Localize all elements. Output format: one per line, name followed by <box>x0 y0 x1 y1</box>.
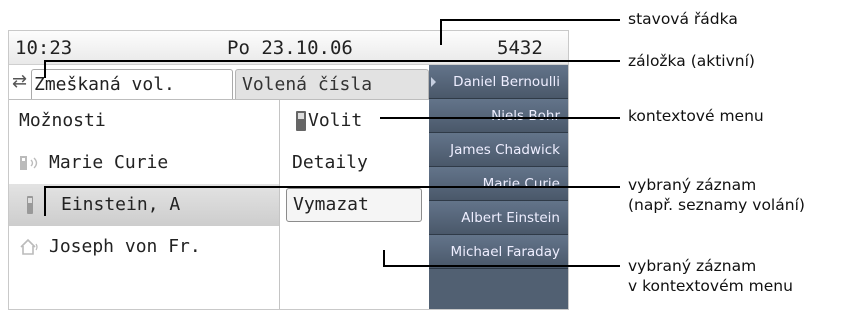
context-item-label: Detaily <box>292 152 368 173</box>
status-extension: 5432 <box>497 37 543 59</box>
annotation-selected-entry: vybraný záznam <box>628 176 757 194</box>
phone-signal-icon <box>20 156 38 170</box>
context-item-label: Volit <box>308 110 363 131</box>
arrow-right-icon <box>431 77 436 87</box>
callout-line-tab-v <box>44 60 46 78</box>
phonebook-entry[interactable]: Marie Curie <box>429 167 568 201</box>
list-item[interactable]: Marie Curie <box>9 142 281 184</box>
status-time: 10:23 <box>15 37 73 59</box>
home-icon <box>20 238 38 255</box>
context-item-details[interactable]: Detaily <box>280 142 430 184</box>
callout-line-context <box>380 117 620 119</box>
phonebook-entry[interactable]: Niels Bohr <box>429 99 568 133</box>
list-item-selected[interactable]: Einstein, A <box>9 184 281 226</box>
phonebook-entry[interactable]: James Chadwick <box>429 133 568 167</box>
list-item-options[interactable]: Možnosti <box>9 100 281 142</box>
tab-bar: ⇄ Zmeškaná vol. Volená čísla <box>9 65 429 100</box>
phone-display: 10:23 Po 23.10.06 5432 ⇄ Zmeškaná vol. V… <box>8 30 569 310</box>
callout-line-status <box>440 19 442 45</box>
context-item-dial[interactable]: Volit <box>280 100 430 142</box>
annotation-status-line: stavová řádka <box>628 10 738 28</box>
tab-dialed-numbers[interactable]: Volená čísla <box>235 69 429 99</box>
phonebook-entry[interactable]: Michael Faraday <box>429 235 568 269</box>
callout-line-status-h <box>440 19 620 21</box>
list-item-label: Einstein, A <box>61 194 181 215</box>
context-item-label: Vymazat <box>293 194 369 215</box>
list-item-label: Možnosti <box>19 110 106 131</box>
callout-line-ctxsel-h <box>383 265 620 267</box>
callout-line-ctxsel-v <box>383 250 385 266</box>
callout-line-selected-v <box>44 186 46 216</box>
context-item-delete[interactable]: Vymazat <box>286 188 422 222</box>
list-item-label: Marie Curie <box>49 152 169 173</box>
list-item-label: Joseph von Fr. <box>49 236 201 257</box>
swap-arrows-icon: ⇄ <box>12 71 28 92</box>
annotation-active-tab: záložka (aktivní) <box>628 52 755 70</box>
annotation-selected-context: vybraný záznam <box>628 257 757 275</box>
phonebook-entry[interactable]: Albert Einstein <box>429 201 568 235</box>
call-list: Možnosti Marie Curie Einstein, A Joseph … <box>9 100 281 268</box>
callout-line-selected-h <box>44 186 620 188</box>
callout-line-tab-h <box>44 60 620 62</box>
annotation-selected-context-note: v kontextovém menu <box>628 277 793 295</box>
list-item[interactable]: Joseph von Fr. <box>9 226 281 268</box>
context-menu: Volit Detaily Vymazat <box>279 100 430 309</box>
annotation-context-menu: kontextové menu <box>628 107 764 125</box>
mobile-phone-icon <box>296 111 306 131</box>
phonebook-entry[interactable]: Daniel Bernoulli <box>429 65 568 99</box>
annotation-selected-entry-note: (např. seznamy volání) <box>628 196 805 214</box>
status-date: Po 23.10.06 <box>227 37 353 59</box>
tab-missed-calls[interactable]: Zmeškaná vol. <box>31 69 233 99</box>
